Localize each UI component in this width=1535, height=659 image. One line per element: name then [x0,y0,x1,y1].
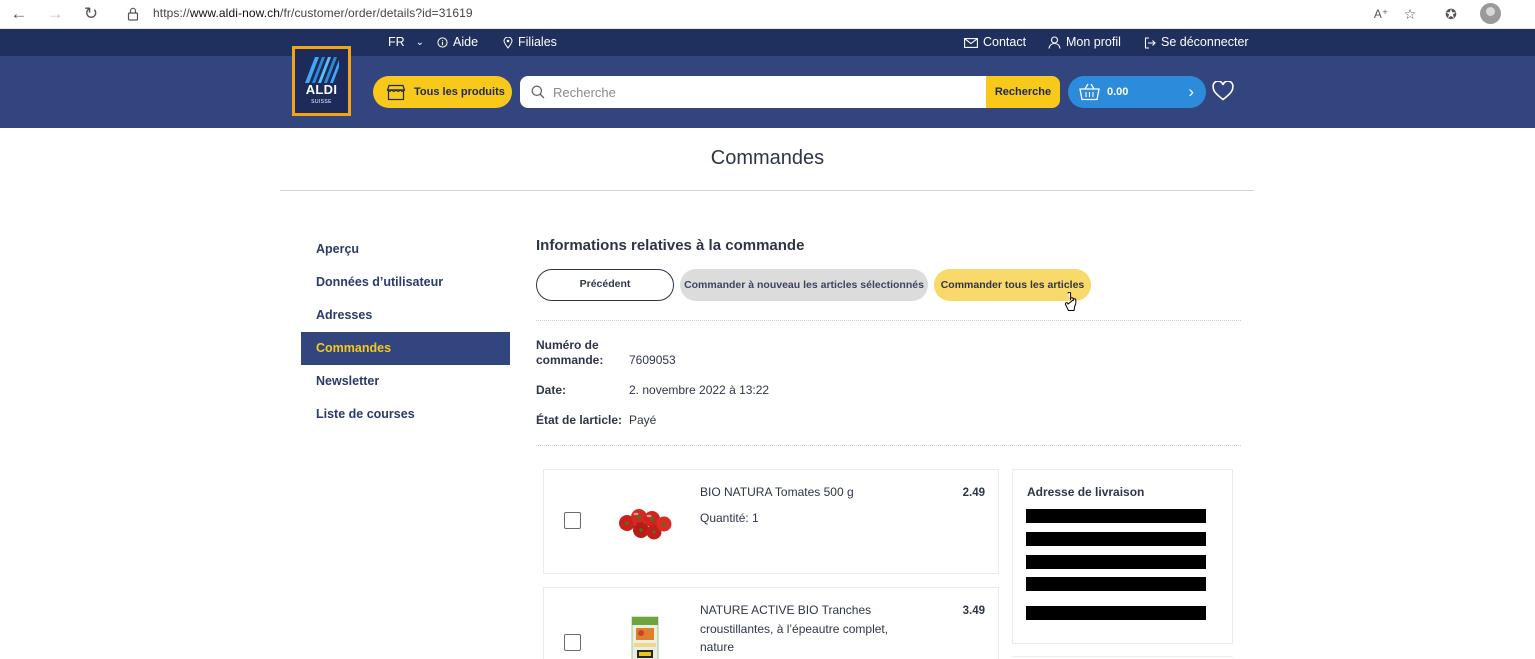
title-divider [280,190,1254,191]
order-status-label: État de larticle: [536,413,623,427]
language-selector[interactable]: FR ⌄ [388,29,424,56]
sidebar-item-newsletter[interactable]: Newsletter [301,365,510,398]
delivery-address-card: Adresse de livraison [1012,469,1233,644]
browser-toolbar: ← → ↻ https://www.aldi-now.ch/fr/custome… [0,0,1535,29]
item-checkbox[interactable] [564,512,581,529]
sidebar-item-user-data[interactable]: Données d’utilisateur [301,266,510,299]
item-name: NATURE ACTIVE BIO Tranches croustillante… [700,601,905,657]
aldi-logo[interactable]: ALDI SUISSE [292,46,351,116]
address-bar[interactable]: https://www.aldi-now.ch/fr/customer/orde… [153,6,473,20]
help-label: Aide [453,35,479,49]
item-name: BIO NATURA Tomates 500 g [700,485,854,499]
read-aloud-icon[interactable]: A⁺ [1370,4,1392,24]
basket-icon [1079,83,1100,101]
redacted-block [1026,509,1206,523]
delivery-address-title: Adresse de livraison [1027,485,1145,499]
item-quantity: Quantité: 1 [700,511,759,525]
add-favorite-icon[interactable]: ☆ [1399,4,1421,24]
crispbread-package-image [631,616,659,659]
favorites-icon[interactable]: ✪ [1440,4,1462,24]
redacted-block [1026,577,1206,591]
user-icon [1048,36,1061,49]
item-name-line3: nature [700,640,735,654]
logo-subtitle: SUISSE [311,99,332,105]
sidebar-item-shopping-list[interactable]: Liste de courses [301,398,510,431]
order-number-label-line2: commande: [536,353,604,367]
order-info-heading: Informations relatives à la commande [536,237,805,254]
item-price: 3.49 [962,605,985,617]
sidebar-item-overview[interactable]: Aperçu [301,233,510,266]
refresh-icon[interactable]: ↻ [80,4,102,24]
heart-icon[interactable] [1212,81,1234,101]
url-path: /fr/customer/order/details?id=31619 [280,6,473,20]
url-prefix: https:// [153,6,190,20]
item-checkbox[interactable] [564,634,581,651]
cart-total: 0.00 [1107,86,1129,98]
search-box [520,76,987,108]
hand-cursor-icon [1064,292,1077,311]
redacted-block [1026,532,1206,546]
logout-link[interactable]: Se déconnecter [1144,29,1249,56]
account-sidebar: Aperçu Données d’utilisateur Adresses Co… [301,233,510,431]
stores-link[interactable]: Filiales [503,29,557,56]
search-button[interactable]: Recherche [986,76,1060,108]
order-number-value: 7609053 [629,353,676,367]
item-price: 2.49 [962,487,985,499]
help-link[interactable]: Aide [437,29,478,56]
order-item: NATURE ACTIVE BIO Tranches croustillante… [543,587,999,659]
order-item: BIO NATURA Tomates 500 g Quantité: 1 2.4… [543,469,999,574]
sidebar-item-orders[interactable]: Commandes [301,332,510,365]
lock-icon[interactable] [127,6,139,22]
cart-button[interactable]: 0.00 › [1068,76,1206,108]
location-pin-icon [503,36,513,49]
order-date-label: Date: [536,383,567,397]
top-nav: FR ⌄ Aide Filiales Contact Mon profil Se… [0,29,1535,56]
divider [536,320,1241,321]
sidebar-item-addresses[interactable]: Adresses [301,299,510,332]
item-name-line2: croustillantes, à l’épeautre complet, [700,621,889,636]
page-title: Commandes [710,147,825,169]
forward-icon[interactable]: → [44,4,66,24]
profile-link[interactable]: Mon profil [1048,29,1121,56]
info-icon [437,37,448,48]
profile-icon[interactable] [1480,3,1501,24]
all-products-button[interactable]: Tous les produits [373,76,512,108]
tomatoes-image [619,509,672,540]
reorder-selected-button[interactable]: Commander à nouveau les articles sélecti… [680,269,928,301]
profile-label: Mon profil [1066,35,1121,49]
all-products-label: Tous les produits [414,86,505,98]
language-label: FR [388,35,405,49]
search-input[interactable] [553,84,973,100]
order-status-value: Payé [629,413,657,427]
mail-icon [964,37,978,48]
chevron-down-icon: ⌄ [415,37,425,48]
redacted-block [1026,555,1206,569]
order-date-value: 2. novembre 2022 à 13:22 [629,383,770,397]
back-icon[interactable]: ← [8,4,30,24]
logo-wordmark: ALDI [305,82,338,97]
url-host: www.aldi-now.ch [189,6,281,20]
order-number-label-line1: Numéro de [536,338,599,352]
order-number-label: Numéro de commande: [536,338,603,368]
search-icon [531,85,545,99]
item-name-line1: NATURE ACTIVE BIO Tranches [700,603,872,617]
logo-stripes [305,57,339,83]
logout-label: Se déconnecter [1161,35,1249,49]
contact-link[interactable]: Contact [964,29,1026,56]
redacted-block [1026,606,1206,620]
chevron-right-icon: › [1188,82,1194,101]
shop-icon [386,84,406,100]
stores-label: Filiales [518,35,557,49]
contact-label: Contact [983,35,1027,49]
divider [536,445,1241,446]
logout-icon [1144,36,1156,49]
previous-button[interactable]: Précédent [536,269,674,301]
